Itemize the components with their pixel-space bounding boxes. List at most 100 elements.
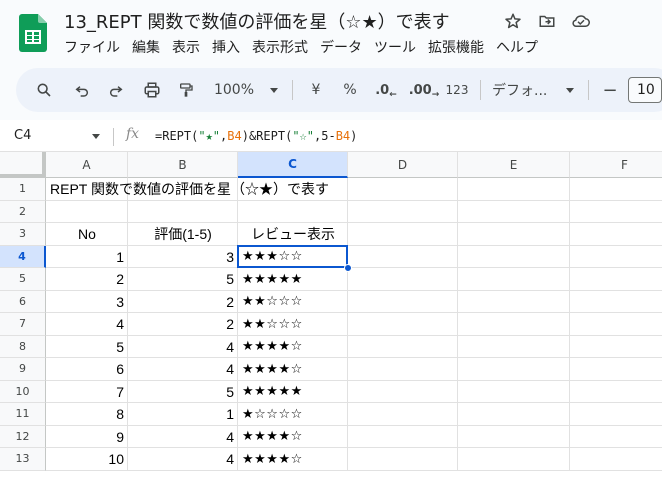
cell[interactable]: [348, 313, 458, 336]
cell-rating[interactable]: 5: [128, 268, 238, 291]
row-header-12[interactable]: 12: [0, 425, 46, 448]
cell-rating[interactable]: 2: [128, 313, 238, 336]
menu-file[interactable]: ファイル: [64, 38, 120, 58]
formula-input[interactable]: =REPT("★",B4)&REPT("☆",5-B4): [155, 129, 357, 143]
cell[interactable]: [348, 358, 458, 381]
more-formats-button[interactable]: 123: [444, 68, 470, 112]
cell[interactable]: [348, 223, 458, 246]
title-cell[interactable]: REPT 関数で数値の評価を星（☆★）で表す: [46, 178, 366, 201]
cell[interactable]: [348, 448, 458, 471]
cell[interactable]: [570, 268, 662, 291]
cell-no[interactable]: 2: [46, 268, 128, 291]
cell[interactable]: [458, 335, 570, 358]
menu-edit[interactable]: 編集: [132, 38, 160, 58]
cell[interactable]: [458, 448, 570, 471]
cell-no[interactable]: 3: [46, 291, 128, 314]
cell-no[interactable]: 9: [46, 426, 128, 449]
menu-insert[interactable]: 挿入: [212, 38, 240, 58]
header-rating[interactable]: 評価(1-5): [128, 223, 238, 246]
cell[interactable]: [458, 425, 570, 448]
cell-rating[interactable]: 5: [128, 381, 238, 404]
cell[interactable]: [348, 200, 458, 223]
cell[interactable]: [570, 381, 662, 403]
cell-review-stars[interactable]: ★☆☆☆☆: [238, 403, 348, 426]
header-no[interactable]: No: [46, 223, 128, 246]
row-header-7[interactable]: 7: [0, 313, 46, 336]
row-header-5[interactable]: 5: [0, 268, 46, 291]
cell[interactable]: [570, 313, 662, 336]
cell-no[interactable]: 4: [46, 313, 128, 336]
cell[interactable]: [570, 291, 662, 313]
row-header-2[interactable]: 2: [0, 200, 46, 223]
cell-no[interactable]: 7: [46, 381, 128, 404]
cell-no[interactable]: 1: [46, 246, 128, 269]
header-review[interactable]: レビュー表示: [238, 223, 348, 246]
currency-format-button[interactable]: ¥: [304, 68, 328, 112]
cell-rating[interactable]: 1: [128, 403, 238, 426]
cell[interactable]: [570, 358, 662, 381]
row-header-11[interactable]: 11: [0, 403, 46, 426]
cell-review-stars[interactable]: ★★☆☆☆: [238, 313, 348, 336]
spreadsheet-grid[interactable]: A B C D E F 1 2 3 4 5 6 7 8 9 10 11 12 13 REPT 関数で数値の評価を星（☆…: [0, 152, 662, 480]
cell-review-stars[interactable]: ★★★★☆: [238, 336, 348, 359]
cell-review-stars[interactable]: ★★★★☆: [238, 448, 348, 471]
move-folder-icon[interactable]: [530, 8, 564, 34]
cell[interactable]: [348, 380, 458, 403]
menu-extensions[interactable]: 拡張機能: [428, 38, 484, 58]
menu-view[interactable]: 表示: [172, 38, 200, 58]
cell[interactable]: [348, 425, 458, 448]
font-dropdown-icon[interactable]: [564, 68, 576, 112]
cell[interactable]: [458, 223, 570, 246]
decrease-font-size-icon[interactable]: −: [600, 68, 620, 112]
cell-review-stars[interactable]: ★★★★☆: [238, 358, 348, 381]
cell-rating[interactable]: 4: [128, 448, 238, 471]
cell[interactable]: [458, 313, 570, 336]
select-all-corner[interactable]: [0, 152, 46, 178]
cell[interactable]: [46, 200, 128, 223]
cell[interactable]: [348, 245, 458, 268]
name-box-dropdown-icon[interactable]: [92, 134, 100, 139]
cell-review-stars[interactable]: ★★☆☆☆: [238, 291, 348, 314]
menu-tools[interactable]: ツール: [374, 38, 416, 58]
redo-icon[interactable]: [102, 68, 130, 112]
cell[interactable]: [570, 448, 662, 471]
name-box[interactable]: C4: [14, 128, 31, 143]
column-header-b[interactable]: B: [128, 152, 238, 178]
fill-handle[interactable]: [344, 264, 352, 272]
cell[interactable]: [348, 268, 458, 291]
zoom-value[interactable]: 100%: [210, 68, 258, 112]
cell[interactable]: [458, 178, 570, 201]
document-title[interactable]: 13_REPT 関数で数値の評価を星（☆★）で表す: [64, 8, 450, 34]
row-header-6[interactable]: 6: [0, 290, 46, 313]
cell[interactable]: [458, 200, 570, 223]
column-header-d[interactable]: D: [348, 152, 458, 178]
menu-help[interactable]: ヘルプ: [496, 38, 538, 58]
cell-no[interactable]: 6: [46, 358, 128, 381]
column-header-e[interactable]: E: [458, 152, 570, 178]
cell[interactable]: [348, 403, 458, 426]
zoom-dropdown-icon[interactable]: [268, 68, 280, 112]
cell[interactable]: [570, 426, 662, 448]
paint-format-icon[interactable]: [172, 68, 200, 112]
sheets-logo-icon[interactable]: [19, 14, 47, 52]
cell[interactable]: [348, 335, 458, 358]
cell[interactable]: [570, 403, 662, 426]
cell[interactable]: [458, 290, 570, 313]
row-header-8[interactable]: 8: [0, 335, 46, 358]
print-icon[interactable]: [138, 68, 166, 112]
cell-review-stars[interactable]: ★★★★★: [238, 381, 348, 404]
search-menus-icon[interactable]: [30, 68, 58, 112]
cell[interactable]: [570, 201, 662, 223]
cell[interactable]: [570, 178, 662, 201]
menu-format[interactable]: 表示形式: [252, 38, 308, 58]
cell[interactable]: [128, 200, 238, 223]
cell-rating[interactable]: 3: [128, 246, 238, 269]
cell-no[interactable]: 10: [46, 448, 128, 471]
cell-rating[interactable]: 4: [128, 426, 238, 449]
column-header-c[interactable]: C: [238, 152, 348, 178]
cell-rating[interactable]: 2: [128, 291, 238, 314]
row-header-3[interactable]: 3: [0, 223, 46, 246]
cell-review-stars[interactable]: ★★★☆☆: [238, 246, 348, 269]
star-icon[interactable]: [496, 8, 530, 34]
cell[interactable]: [458, 245, 570, 268]
